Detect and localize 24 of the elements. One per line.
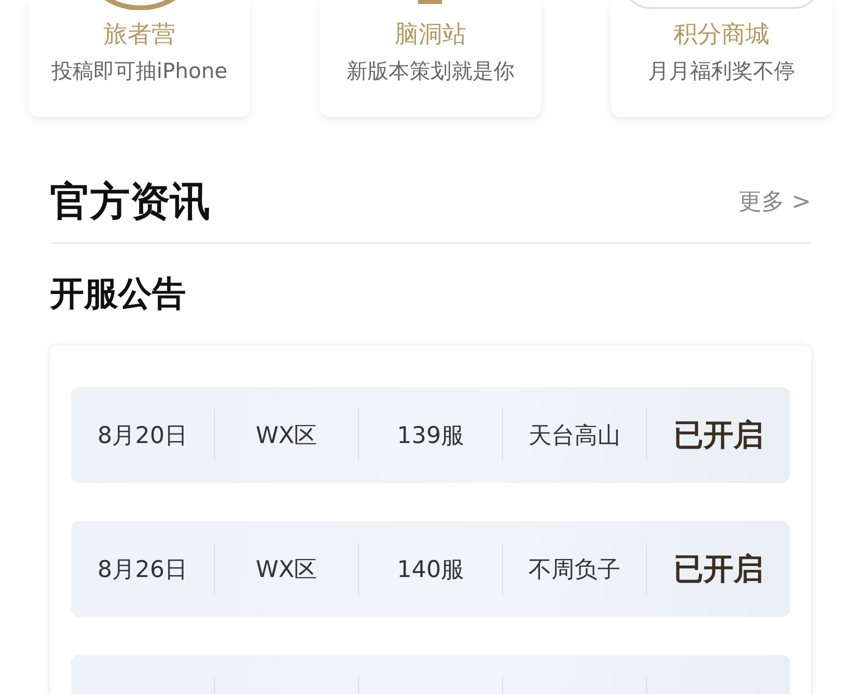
card-subtitle: 新版本策划就是你 xyxy=(346,58,514,85)
more-link[interactable]: 更多 > xyxy=(738,186,811,216)
feature-card[interactable]: 脑洞站 新版本策划就是你 xyxy=(320,0,541,117)
table-cell-text: 8月20日 xyxy=(98,422,188,450)
table-cell-text: 8月26日 xyxy=(98,556,188,584)
table-cell-text: WX区 xyxy=(256,422,318,450)
announcement-row[interactable]: 8月26日 WX区 140服 不周负子 已开启 xyxy=(71,521,790,617)
table-cell-text: 不周负子 xyxy=(528,556,620,584)
status-label: 已开启 xyxy=(674,416,764,454)
card-title: 旅者营 xyxy=(104,19,176,49)
section-title: 官方资讯 xyxy=(50,178,210,226)
card-subtitle: 投稿即可抽iPhone xyxy=(52,58,228,85)
table-cell-text: WX区 xyxy=(256,556,318,584)
card-title: 积分商城 xyxy=(674,19,770,49)
card-title: 脑洞站 xyxy=(394,19,466,49)
card-subtitle: 月月福利奖不停 xyxy=(648,58,795,85)
status-label: 已开启 xyxy=(674,550,764,588)
table-cell-text: 天台高山 xyxy=(528,422,620,450)
announcement-row[interactable]: 8月20日 WX区 139服 天台高山 已开启 xyxy=(71,387,790,483)
table-cell-text: 139服 xyxy=(397,422,464,450)
feature-card[interactable]: 积分商城 月月福利奖不停 xyxy=(611,0,832,117)
feature-card[interactable]: 旅者营 投稿即可抽iPhone xyxy=(29,0,250,117)
section-title: 开服公告 xyxy=(50,273,187,316)
table-cell-text: 140服 xyxy=(397,556,464,584)
